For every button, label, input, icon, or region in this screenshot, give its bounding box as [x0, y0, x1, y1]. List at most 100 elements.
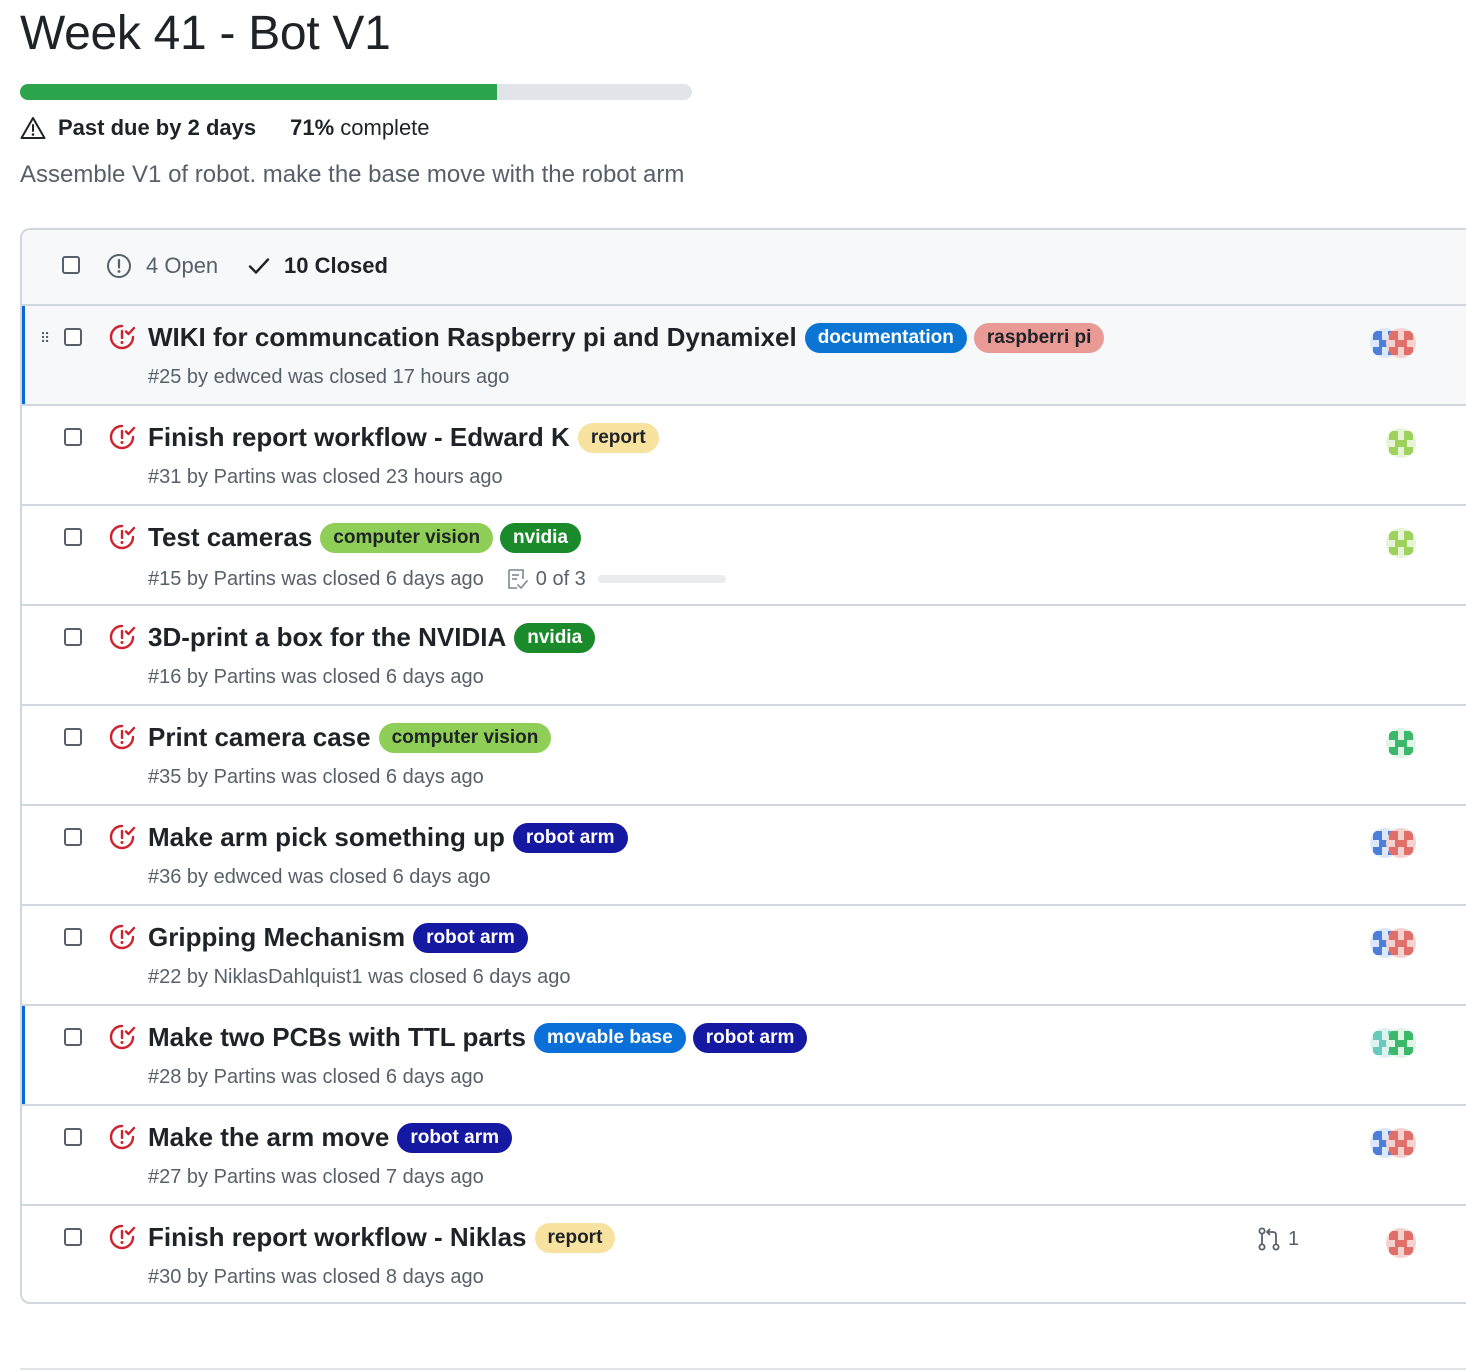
issue-closed-icon [108, 323, 136, 356]
assignee-avatar[interactable] [1386, 328, 1416, 358]
issue-meta-line: #22 by NiklasDahlquist1 was closed 6 day… [148, 966, 570, 989]
issue-title-link[interactable]: Make the arm move [148, 1122, 389, 1153]
select-all-checkbox[interactable] [62, 256, 80, 274]
issue-label[interactable]: movable base [534, 1022, 686, 1053]
issue-open-icon [107, 254, 131, 278]
issue-closed-icon [108, 423, 136, 456]
closed-count-label: 10 Closed [284, 253, 388, 278]
issue-meta-line: #36 by edwced was closed 6 days ago [148, 866, 490, 889]
issue-title-line: Gripping Mechanism robot arm [148, 922, 535, 953]
issue-meta: #28 by Partins was closed 6 days ago [148, 1066, 484, 1088]
issue-checkbox[interactable] [64, 328, 82, 346]
issue-closed-icon [108, 1223, 136, 1256]
issue-meta: #22 by NiklasDahlquist1 was closed 6 day… [148, 966, 571, 988]
issue-checkbox[interactable] [64, 1028, 82, 1046]
assignee-avatar[interactable] [1386, 1128, 1416, 1158]
issue-checkbox[interactable] [64, 528, 82, 546]
open-count-label: 4 Open [146, 253, 219, 278]
percent-complete: 71% complete [290, 115, 430, 140]
issue-meta-line: #30 by Partins was closed 8 days ago [148, 1266, 484, 1289]
issue-label[interactable]: computer vision [320, 522, 494, 553]
issue-closed-icon [108, 723, 136, 756]
assignee-avatar[interactable] [1386, 1228, 1416, 1258]
issue-closed-icon [108, 823, 136, 856]
milestone-progress-bar [20, 84, 692, 100]
issue-label[interactable]: report [534, 1222, 616, 1253]
issue-title-link[interactable]: Finish report workflow - Edward K [148, 422, 570, 453]
issue-row[interactable]: Finish report workflow - Edward Kreport #… [22, 406, 1466, 506]
issue-label[interactable]: robot arm [512, 822, 628, 853]
tasklist-icon [507, 569, 528, 589]
open-issues-filter[interactable]: 4 Open [106, 253, 218, 279]
past-due-text: Past due by 2 days [58, 115, 257, 140]
issue-label[interactable]: documentation [804, 322, 967, 353]
issue-checkbox[interactable] [64, 728, 82, 746]
assignee-avatar[interactable] [1386, 428, 1416, 458]
issue-row[interactable]: Make arm pick something up robot arm #36 b… [22, 806, 1466, 906]
issue-title-link[interactable]: Finish report workflow - Niklas [148, 1222, 527, 1253]
issue-checkbox[interactable] [64, 1228, 82, 1246]
issue-row[interactable]: Finish report workflow - Niklas report #30… [22, 1206, 1466, 1302]
warning-icon [20, 117, 46, 139]
issue-checkbox[interactable] [64, 1128, 82, 1146]
issue-meta-line: #25 by edwced was closed 17 hours ago [148, 366, 509, 389]
issue-meta: #36 by edwced was closed 6 days ago [148, 866, 491, 888]
issue-checkbox[interactable] [64, 828, 82, 846]
drag-handle-icon[interactable]: ⠿ [40, 330, 50, 347]
issue-meta-line: #31 by Partins was closed 23 hours ago [148, 466, 503, 489]
task-count: 0 of 3 [535, 567, 586, 590]
issue-title-line: Make two PCBs with TTL parts movable base… [148, 1022, 814, 1053]
issue-list: 4 Open 10 Closed ⠿ WIKI for communcation… [20, 228, 1466, 1304]
issue-label[interactable]: robot arm [692, 1022, 808, 1053]
issue-closed-icon [108, 1023, 136, 1056]
issue-checkbox[interactable] [64, 928, 82, 946]
issue-row[interactable]: Gripping Mechanism robot arm #22 by Niklas… [22, 906, 1466, 1006]
closed-issues-filter[interactable]: 10 Closed [248, 253, 388, 279]
assignee-avatar[interactable] [1386, 728, 1416, 758]
issue-title-link[interactable]: Print camera case [148, 722, 371, 753]
task-progress-bar [597, 575, 726, 583]
issue-meta: #31 by Partins was closed 23 hours ago [148, 466, 503, 488]
issue-row[interactable]: 3D-print a box for the NVIDIA nvidia #16 b… [22, 606, 1466, 706]
issue-label[interactable]: robot arm [413, 922, 528, 953]
issue-label[interactable]: robot arm [397, 1122, 513, 1153]
issue-meta: #30 by Partins was closed 8 days ago [148, 1266, 484, 1288]
issue-checkbox[interactable] [64, 428, 82, 446]
pull-request-icon [1258, 1227, 1280, 1251]
issue-row[interactable]: ⠿ WIKI for communcation Raspberry pi and… [22, 306, 1466, 406]
issue-title-link[interactable]: Make arm pick something up [148, 822, 505, 853]
assignee-avatar[interactable] [1386, 828, 1416, 858]
assignee-avatar[interactable] [1386, 1028, 1416, 1058]
issue-title-link[interactable]: WIKI for communcation Raspberry pi and D… [148, 322, 797, 353]
issue-title-link[interactable]: Test cameras [148, 522, 312, 553]
issue-row[interactable]: Make two PCBs with TTL parts movable base… [22, 1006, 1466, 1106]
issue-label[interactable]: raspberri pi [973, 322, 1105, 353]
issue-checkbox[interactable] [64, 628, 82, 646]
issue-title-link[interactable]: 3D-print a box for the NVIDIA [148, 622, 506, 653]
issue-title-line: Test cameras computer vision nvidia [148, 522, 588, 553]
issue-closed-icon [108, 523, 136, 556]
milestone-title: Week 41 - Bot V1 [20, 7, 391, 60]
milestone-description: Assemble V1 of robot. make the base move… [20, 161, 685, 188]
issue-title-line: Finish report workflow - Edward Kreport [148, 422, 666, 453]
issue-label[interactable]: computer vision [378, 722, 552, 753]
linked-pull-requests[interactable]: 1 [1256, 1226, 1299, 1252]
issue-meta: #27 by Partins was closed 7 days ago [148, 1166, 484, 1188]
assignee-avatar[interactable] [1386, 528, 1416, 558]
issue-row[interactable]: Make the arm move robot arm #27 by Partins… [22, 1106, 1466, 1206]
issue-title-link[interactable]: Make two PCBs with TTL parts [148, 1022, 526, 1053]
divider [20, 1368, 1466, 1370]
issue-title-link[interactable]: Gripping Mechanism [148, 922, 405, 953]
issue-title-line: 3D-print a box for the NVIDIA nvidia [148, 622, 602, 653]
issue-label[interactable]: nvidia [514, 622, 596, 653]
issue-meta: #25 by edwced was closed 17 hours ago [148, 366, 510, 388]
issue-label[interactable]: nvidia [500, 522, 581, 553]
issue-closed-icon [108, 1123, 136, 1156]
issue-meta-line: #15 by Partins was closed 6 days ago 0 o… [148, 566, 726, 592]
issue-label[interactable]: report [577, 422, 659, 453]
issue-row[interactable]: Print camera case computer vision #35 by P… [22, 706, 1466, 806]
issue-row[interactable]: Test cameras computer vision nvidia #15 by … [22, 506, 1466, 606]
assignee-avatar[interactable] [1386, 928, 1416, 958]
issue-title-line: Make the arm move robot arm [148, 1122, 519, 1153]
issue-meta: #35 by Partins was closed 6 days ago [148, 766, 484, 788]
